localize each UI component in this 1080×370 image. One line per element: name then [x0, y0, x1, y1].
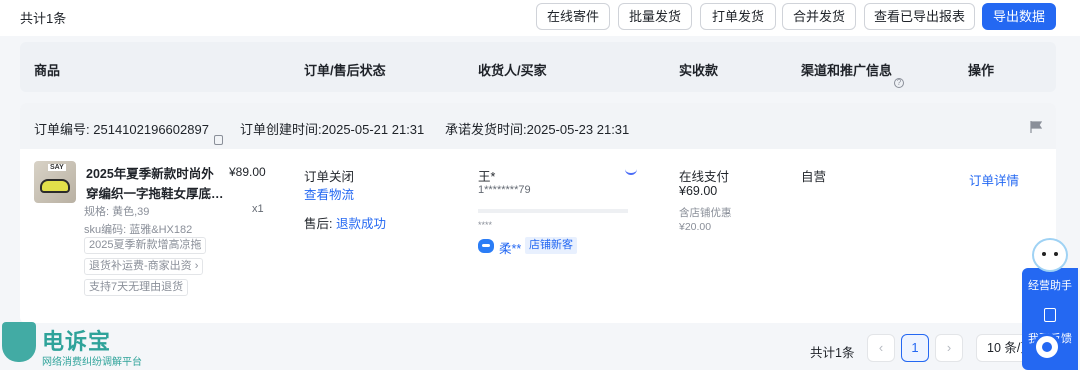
batch-ship-button[interactable]: 批量发货	[618, 3, 692, 30]
after-sale-status: 售后: 退款成功	[304, 213, 386, 232]
order-state: 订单关闭	[304, 170, 355, 184]
promise-value: 2025-05-23 21:31	[526, 122, 630, 137]
receiver-name: 王*	[478, 170, 496, 184]
product-sku: sku编码: 蓝雅&HX182	[84, 224, 193, 236]
page-1-button[interactable]: 1	[901, 334, 929, 362]
feedback-icon[interactable]	[1044, 308, 1056, 322]
return-policy-tag: 支持7天无理由退货	[84, 279, 189, 296]
order-number-label: 订单编号:	[34, 122, 90, 137]
header-paid: 实收款	[679, 63, 719, 78]
assistant-mascot-icon[interactable]	[1032, 238, 1068, 272]
export-data-button[interactable]: 导出数据	[982, 3, 1056, 30]
header-channel: 渠道和推广信息?	[801, 60, 905, 88]
header-channel-label: 渠道和推广信息	[801, 63, 893, 78]
shoe-image	[40, 179, 70, 193]
view-logistics-link[interactable]: 查看物流	[304, 184, 354, 203]
after-sale-label: 售后:	[304, 217, 333, 231]
watermark-logo: 电诉宝 网络消费纠纷调解平台	[0, 322, 150, 370]
discount-label: 含店铺优惠	[679, 207, 732, 219]
watermark-subtitle: 网络消费纠纷调解平台	[42, 357, 142, 368]
thumbnail-text: SAY	[48, 164, 66, 171]
view-exported-reports-button[interactable]: 查看已导出报表	[864, 3, 975, 30]
product-title[interactable]: 2025年夏季新款时尚外穿编织一字拖鞋女厚底…	[86, 164, 226, 204]
refund-success-link[interactable]: 退款成功	[336, 217, 386, 231]
online-shipping-button[interactable]: 在线寄件	[536, 3, 610, 30]
product-price: ¥89.00	[229, 165, 266, 179]
promise-label: 承诺发货时间:	[445, 122, 527, 137]
blurred-address	[478, 209, 628, 213]
order-number-value: 2514102196602897	[93, 122, 209, 137]
product-spec: 规格: 黄色,39	[84, 206, 150, 218]
order-card: 订单编号: 2514102196602897 订单创建时间:2025-05-21…	[20, 103, 1056, 323]
payment-amount: ¥69.00	[679, 184, 718, 198]
buyer-name[interactable]: 柔**	[499, 238, 521, 257]
header-status: 订单/售后状态	[304, 63, 386, 78]
flag-icon[interactable]	[1030, 121, 1042, 133]
print-ship-button[interactable]: 打单发货	[700, 3, 776, 30]
new-customer-badge: 店铺新客	[525, 237, 577, 254]
merge-ship-button[interactable]: 合并发货	[782, 3, 856, 30]
refund-shipping-tag[interactable]: 退货补运费-商家出资 ›	[84, 258, 204, 275]
pagination-total: 共计1条	[810, 346, 855, 360]
assistant-label[interactable]: 经营助手	[1022, 277, 1078, 293]
prev-page-button[interactable]: ‹	[867, 334, 895, 362]
product-qty: x1	[252, 203, 264, 215]
chat-robot-icon[interactable]	[478, 239, 494, 253]
toolbar: 共计1条 在线寄件 批量发货 打单发货 合并发货 查看已导出报表 导出数据	[0, 0, 1080, 36]
order-detail-link[interactable]: 订单详情	[969, 170, 1019, 189]
receiver-masked: ****	[478, 220, 493, 230]
created-value: 2025-05-21 21:31	[321, 122, 425, 137]
created-label: 订单创建时间:	[240, 122, 322, 137]
header-receiver: 收货人/买家	[478, 63, 547, 78]
show-info-eye-icon[interactable]	[625, 169, 637, 175]
table-header: 商品 订单/售后状态 收货人/买家 实收款 渠道和推广信息? 操作	[20, 42, 1056, 92]
promise-ship-time: 承诺发货时间:2025-05-23 21:31	[445, 119, 629, 138]
channel-info: 自营	[801, 170, 827, 184]
shield-icon	[2, 322, 36, 362]
help-icon[interactable]: ?	[894, 78, 905, 88]
payment-method: 在线支付	[679, 170, 730, 184]
chat-bubble-icon[interactable]	[1033, 333, 1061, 361]
next-page-button[interactable]: ›	[935, 334, 963, 362]
order-count: 共计1条	[20, 11, 67, 26]
watermark-title: 电诉宝	[42, 329, 112, 354]
header-actions: 操作	[968, 63, 995, 78]
order-header: 订单编号: 2514102196602897 订单创建时间:2025-05-21…	[20, 103, 1056, 149]
copy-icon[interactable]	[213, 135, 223, 145]
receiver-phone: 1********79	[478, 184, 531, 196]
order-created: 订单创建时间:2025-05-21 21:31	[240, 119, 424, 138]
discount-amount: ¥20.00	[679, 221, 712, 233]
product-tag: 2025夏季新款增高凉拖	[84, 237, 207, 254]
product-thumbnail[interactable]: SAY	[34, 161, 76, 203]
order-number: 订单编号: 2514102196602897	[34, 119, 223, 145]
header-product: 商品	[34, 63, 61, 78]
